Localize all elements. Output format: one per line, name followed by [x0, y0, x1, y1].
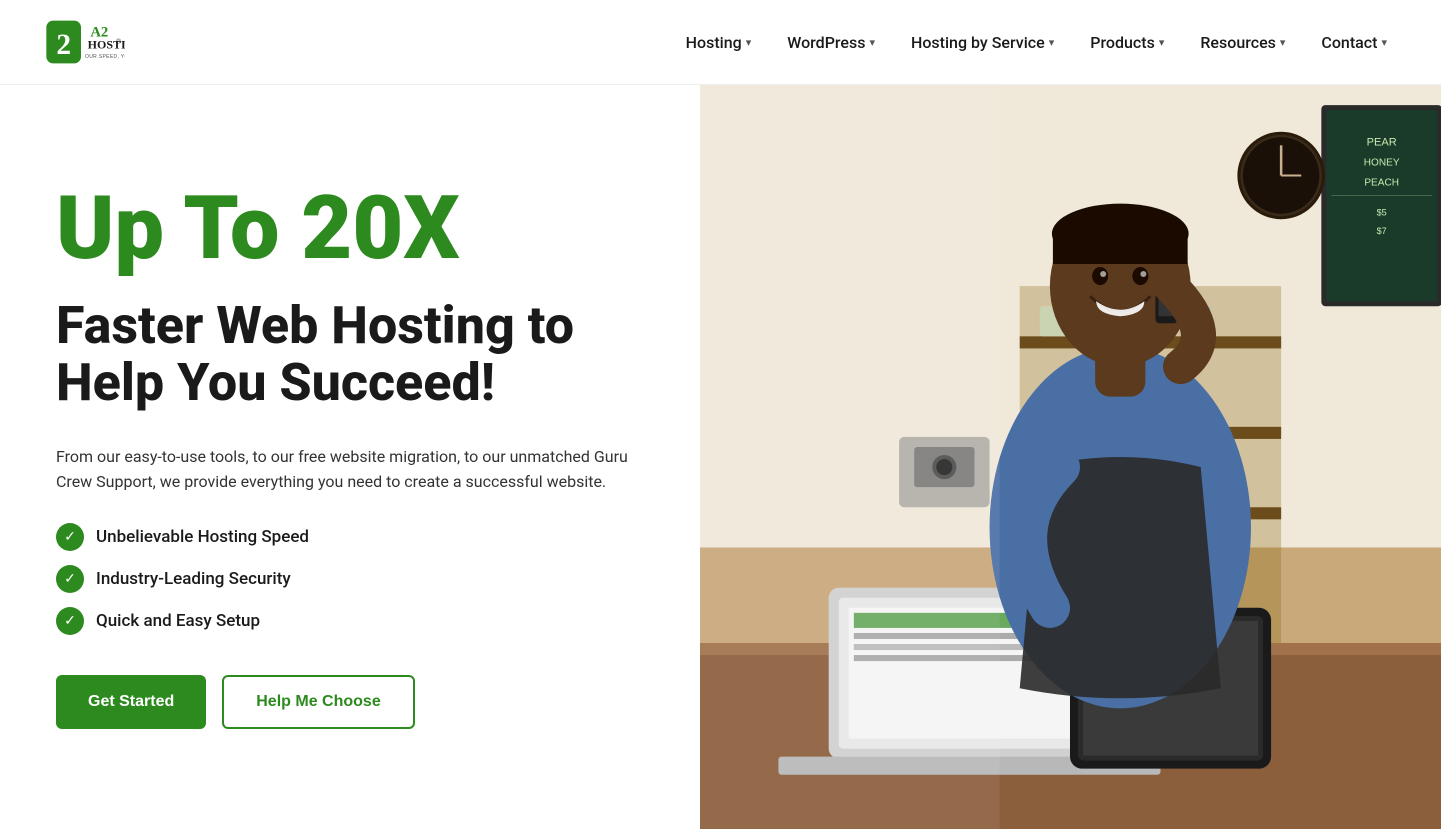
hero-headline-sub: Faster Web Hosting to Help You Succeed!	[56, 297, 652, 411]
hero-headline-top: Up To 20X	[56, 185, 652, 273]
svg-text:PEAR: PEAR	[1367, 136, 1397, 148]
hero-section: Up To 20X Faster Web Hosting to Help You…	[0, 85, 1441, 829]
chevron-down-icon: ▾	[869, 36, 875, 49]
get-started-button[interactable]: Get Started	[56, 675, 206, 729]
help-me-choose-button[interactable]: Help Me Choose	[222, 675, 414, 729]
svg-text:PEACH: PEACH	[1364, 178, 1399, 189]
chevron-down-icon: ▾	[1049, 36, 1055, 49]
main-nav: 2 A2 HOSTING OUR SPEED, YOUR SUCCESS ® H…	[0, 0, 1441, 85]
hero-description: From our easy-to-use tools, to our free …	[56, 444, 652, 495]
svg-text:$7: $7	[1377, 226, 1387, 236]
feature-item-security: ✓ Industry-Leading Security	[56, 565, 652, 593]
check-icon: ✓	[56, 565, 84, 593]
feature-label-security: Industry-Leading Security	[96, 569, 291, 589]
logo[interactable]: 2 A2 HOSTING OUR SPEED, YOUR SUCCESS ®	[40, 7, 130, 77]
feature-item-setup: ✓ Quick and Easy Setup	[56, 607, 652, 635]
nav-resources[interactable]: Resources ▾	[1186, 25, 1299, 60]
nav-hosting[interactable]: Hosting ▾	[672, 25, 766, 60]
chevron-down-icon: ▾	[746, 36, 752, 49]
hero-content: Up To 20X Faster Web Hosting to Help You…	[0, 85, 700, 829]
svg-text:OUR SPEED, YOUR SUCCESS: OUR SPEED, YOUR SUCCESS	[85, 54, 125, 60]
feature-item-speed: ✓ Unbelievable Hosting Speed	[56, 523, 652, 551]
svg-text:2: 2	[56, 29, 71, 61]
cta-buttons: Get Started Help Me Choose	[56, 675, 652, 729]
svg-text:$5: $5	[1377, 208, 1387, 218]
nav-wordpress[interactable]: WordPress ▾	[773, 25, 889, 60]
features-list: ✓ Unbelievable Hosting Speed ✓ Industry-…	[56, 523, 652, 635]
nav-contact[interactable]: Contact ▾	[1307, 25, 1401, 60]
svg-text:®: ®	[116, 38, 121, 45]
chevron-down-icon: ▾	[1381, 36, 1387, 49]
svg-text:HONEY: HONEY	[1364, 157, 1400, 168]
chevron-down-icon: ▾	[1280, 36, 1286, 49]
nav-products[interactable]: Products ▾	[1076, 25, 1178, 60]
check-icon: ✓	[56, 607, 84, 635]
feature-label-speed: Unbelievable Hosting Speed	[96, 527, 309, 547]
hero-image: PEAR HONEY PEACH $5 $7	[700, 85, 1441, 829]
chevron-down-icon: ▾	[1159, 36, 1165, 49]
nav-hosting-by-service[interactable]: Hosting by Service ▾	[897, 25, 1068, 60]
nav-links: Hosting ▾ WordPress ▾ Hosting by Service…	[672, 25, 1401, 60]
feature-label-setup: Quick and Easy Setup	[96, 611, 260, 631]
check-icon: ✓	[56, 523, 84, 551]
